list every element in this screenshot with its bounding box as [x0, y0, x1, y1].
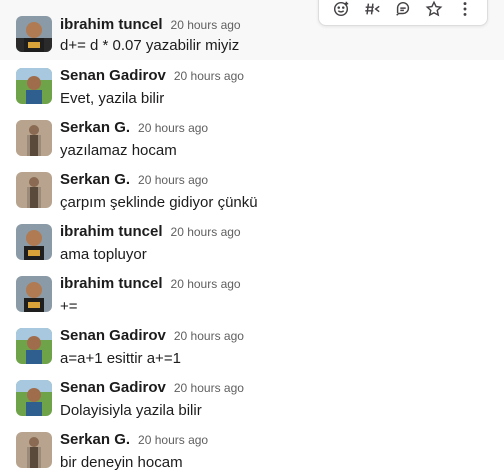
message-author[interactable]: Senan Gadirov 20 hours ago [60, 379, 244, 396]
message-text: ama topluyor [60, 246, 147, 263]
message-item[interactable]: Serkan G. 20 hours ago çarpım şeklinde gi… [0, 164, 504, 216]
message-item[interactable]: Senan Gadirov 20 hours ago Dolayisiyla ya… [0, 372, 504, 424]
message-actions-toolbar [318, 0, 488, 26]
message-author[interactable]: Senan Gadirov 20 hours ago [60, 67, 244, 84]
message-item[interactable]: ibrahim tuncel 20 hours ago += [0, 268, 504, 320]
message-author[interactable]: Serkan G. 20 hours ago [60, 431, 208, 448]
avatar[interactable] [16, 172, 52, 208]
message-author[interactable]: ibrahim tuncel 20 hours ago [60, 275, 241, 292]
reply-in-thread-icon[interactable] [389, 0, 417, 23]
message-author[interactable]: ibrahim tuncel 20 hours ago [60, 16, 241, 33]
message-timestamp[interactable]: 20 hours ago [138, 173, 208, 187]
message-item[interactable]: ibrahim tuncel 20 hours ago ama topluyor [0, 216, 504, 268]
save-star-icon[interactable] [420, 0, 448, 23]
avatar[interactable] [16, 68, 52, 104]
message-text: Evet, yazila bilir [60, 90, 165, 107]
message-timestamp[interactable]: 20 hours ago [138, 433, 208, 447]
message-item[interactable]: Serkan G. 20 hours ago bir deneyin hocam [0, 424, 504, 473]
more-actions-icon[interactable] [451, 0, 479, 23]
message-text: d+= d * 0.07 yazabilir miyiz [60, 37, 240, 54]
message-author[interactable]: ibrahim tuncel 20 hours ago [60, 223, 241, 240]
avatar[interactable] [16, 16, 52, 52]
message-text: += [60, 298, 78, 315]
message-item[interactable]: Senan Gadirov 20 hours ago a=a+1 esittir … [0, 320, 504, 372]
message-text: a=a+1 esittir a+=1 [60, 350, 181, 367]
message-timestamp[interactable]: 20 hours ago [171, 18, 241, 32]
message-text: çarpım şeklinde gidiyor çünkü [60, 194, 258, 211]
avatar[interactable] [16, 432, 52, 468]
message-timestamp[interactable]: 20 hours ago [171, 277, 241, 291]
message-text: bir deneyin hocam [60, 454, 183, 471]
avatar[interactable] [16, 276, 52, 312]
message-timestamp[interactable]: 20 hours ago [138, 121, 208, 135]
message-text: yazılamaz hocam [60, 142, 177, 159]
message-item[interactable]: Serkan G. 20 hours ago yazılamaz hocam [0, 112, 504, 164]
message-author[interactable]: Senan Gadirov 20 hours ago [60, 327, 244, 344]
avatar[interactable] [16, 328, 52, 364]
message-timestamp[interactable]: 20 hours ago [171, 225, 241, 239]
avatar[interactable] [16, 224, 52, 260]
message-timestamp[interactable]: 20 hours ago [174, 381, 244, 395]
message-timestamp[interactable]: 20 hours ago [174, 69, 244, 83]
message-timestamp[interactable]: 20 hours ago [174, 329, 244, 343]
avatar[interactable] [16, 380, 52, 416]
message-item[interactable]: Senan Gadirov 20 hours ago Evet, yazila b… [0, 60, 504, 112]
avatar[interactable] [16, 120, 52, 156]
message-author[interactable]: Serkan G. 20 hours ago [60, 119, 208, 136]
reply-in-channel-icon[interactable] [358, 0, 386, 23]
message-author[interactable]: Serkan G. 20 hours ago [60, 171, 208, 188]
add-reaction-icon[interactable] [327, 0, 355, 23]
message-text: Dolayisiyla yazila bilir [60, 402, 202, 419]
